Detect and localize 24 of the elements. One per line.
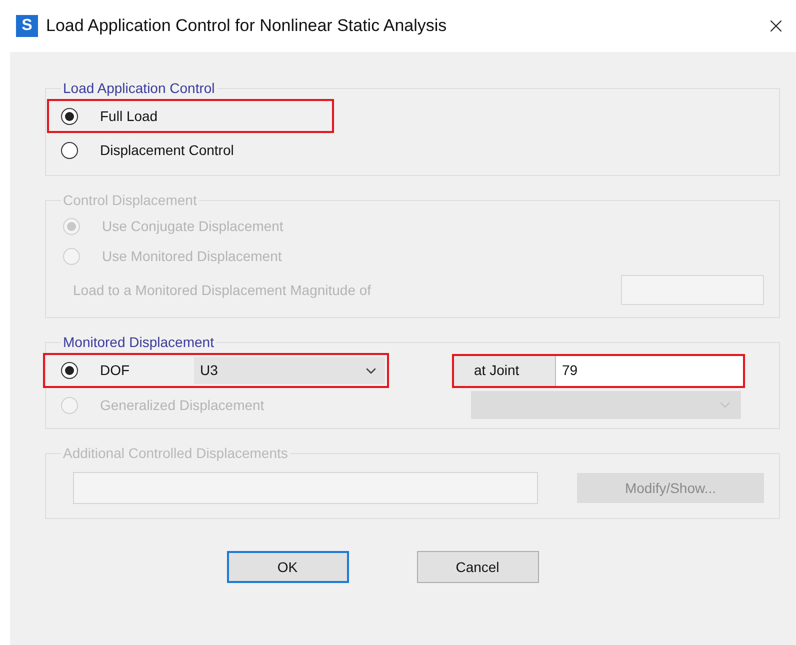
group-title: Additional Controlled Displacements bbox=[62, 444, 289, 463]
dialog-button[interactable]: Cancel bbox=[416, 551, 538, 583]
group-title: Load Application Control bbox=[62, 79, 216, 98]
radio-label: Displacement Control bbox=[100, 140, 234, 160]
radio-label: Generalized Displacement bbox=[100, 396, 264, 415]
magnitude-field[interactable] bbox=[621, 275, 764, 305]
displacements-field[interactable] bbox=[73, 472, 538, 504]
radio-button[interactable] bbox=[61, 108, 78, 124]
app-logo: S bbox=[16, 15, 38, 37]
radio-label: DOF bbox=[100, 361, 131, 380]
dialog-button[interactable]: OK bbox=[226, 551, 348, 583]
radio-label: Full Load bbox=[100, 106, 158, 126]
displacement-dropdown[interactable] bbox=[471, 391, 741, 419]
radio-button[interactable] bbox=[61, 362, 78, 379]
group-title: Control Displacement bbox=[62, 191, 198, 210]
radio-label: Use Monitored Displacement bbox=[102, 246, 282, 266]
radio-label: Use Conjugate Displacement bbox=[102, 216, 284, 236]
group-title: Monitored Displacement bbox=[62, 333, 215, 352]
radio-button[interactable] bbox=[61, 142, 78, 158]
window-title: Load Application Control for Nonlinear Static Analysis bbox=[46, 15, 447, 38]
magnitude-label: Load to a Monitored Displacement Magnitude of bbox=[73, 280, 372, 300]
joint-label: at Joint bbox=[454, 356, 555, 386]
dof-dropdown[interactable]: U3 bbox=[194, 357, 385, 384]
joint-field[interactable]: 79 bbox=[555, 356, 743, 386]
